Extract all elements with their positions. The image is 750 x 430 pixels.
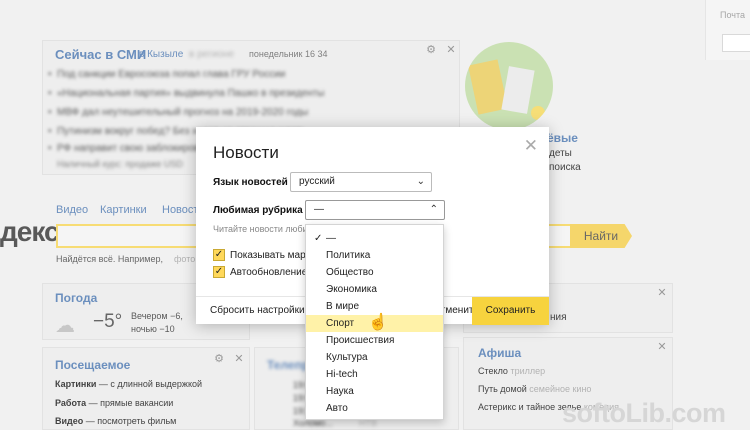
dropdown-option[interactable]: Политика — [306, 247, 443, 264]
dialog-title: Новости — [213, 143, 279, 162]
rubric-label: Любимая рубрика — [213, 205, 303, 216]
watermark: softoLib.com — [562, 398, 726, 428]
dropdown-option[interactable]: Экономика — [306, 281, 443, 298]
auto-refresh-checkbox[interactable]: ✓ — [213, 266, 225, 278]
rubric-select[interactable]: — ⌃ — [305, 200, 445, 220]
close-icon[interactable]: ✕ — [524, 136, 538, 156]
dropdown-option[interactable]: Общество — [306, 264, 443, 281]
language-label: Язык новостей — [213, 177, 288, 188]
dropdown-option[interactable]: Происшествия — [306, 332, 443, 349]
chevron-up-icon: ⌃ — [429, 204, 438, 215]
check-icon: ✓ — [314, 233, 323, 244]
show-markers-checkbox[interactable]: ✓ — [213, 249, 225, 261]
reset-settings-button[interactable]: Сбросить настройки — [210, 305, 305, 316]
dropdown-option[interactable]: Наука — [306, 383, 443, 400]
dropdown-option[interactable]: Авто — [306, 400, 443, 417]
save-button[interactable]: Сохранить — [472, 297, 549, 325]
dropdown-option[interactable]: ✓ — — [306, 230, 443, 247]
hand-cursor-icon: ☝ — [368, 314, 388, 331]
language-select[interactable]: русский ⌄ — [290, 172, 432, 192]
dropdown-option[interactable]: Hi-tech — [306, 366, 443, 383]
chevron-down-icon: ⌄ — [416, 176, 425, 187]
rubric-value: — — [314, 204, 324, 215]
dropdown-option[interactable]: Культура — [306, 349, 443, 366]
language-value: русский — [299, 176, 335, 187]
